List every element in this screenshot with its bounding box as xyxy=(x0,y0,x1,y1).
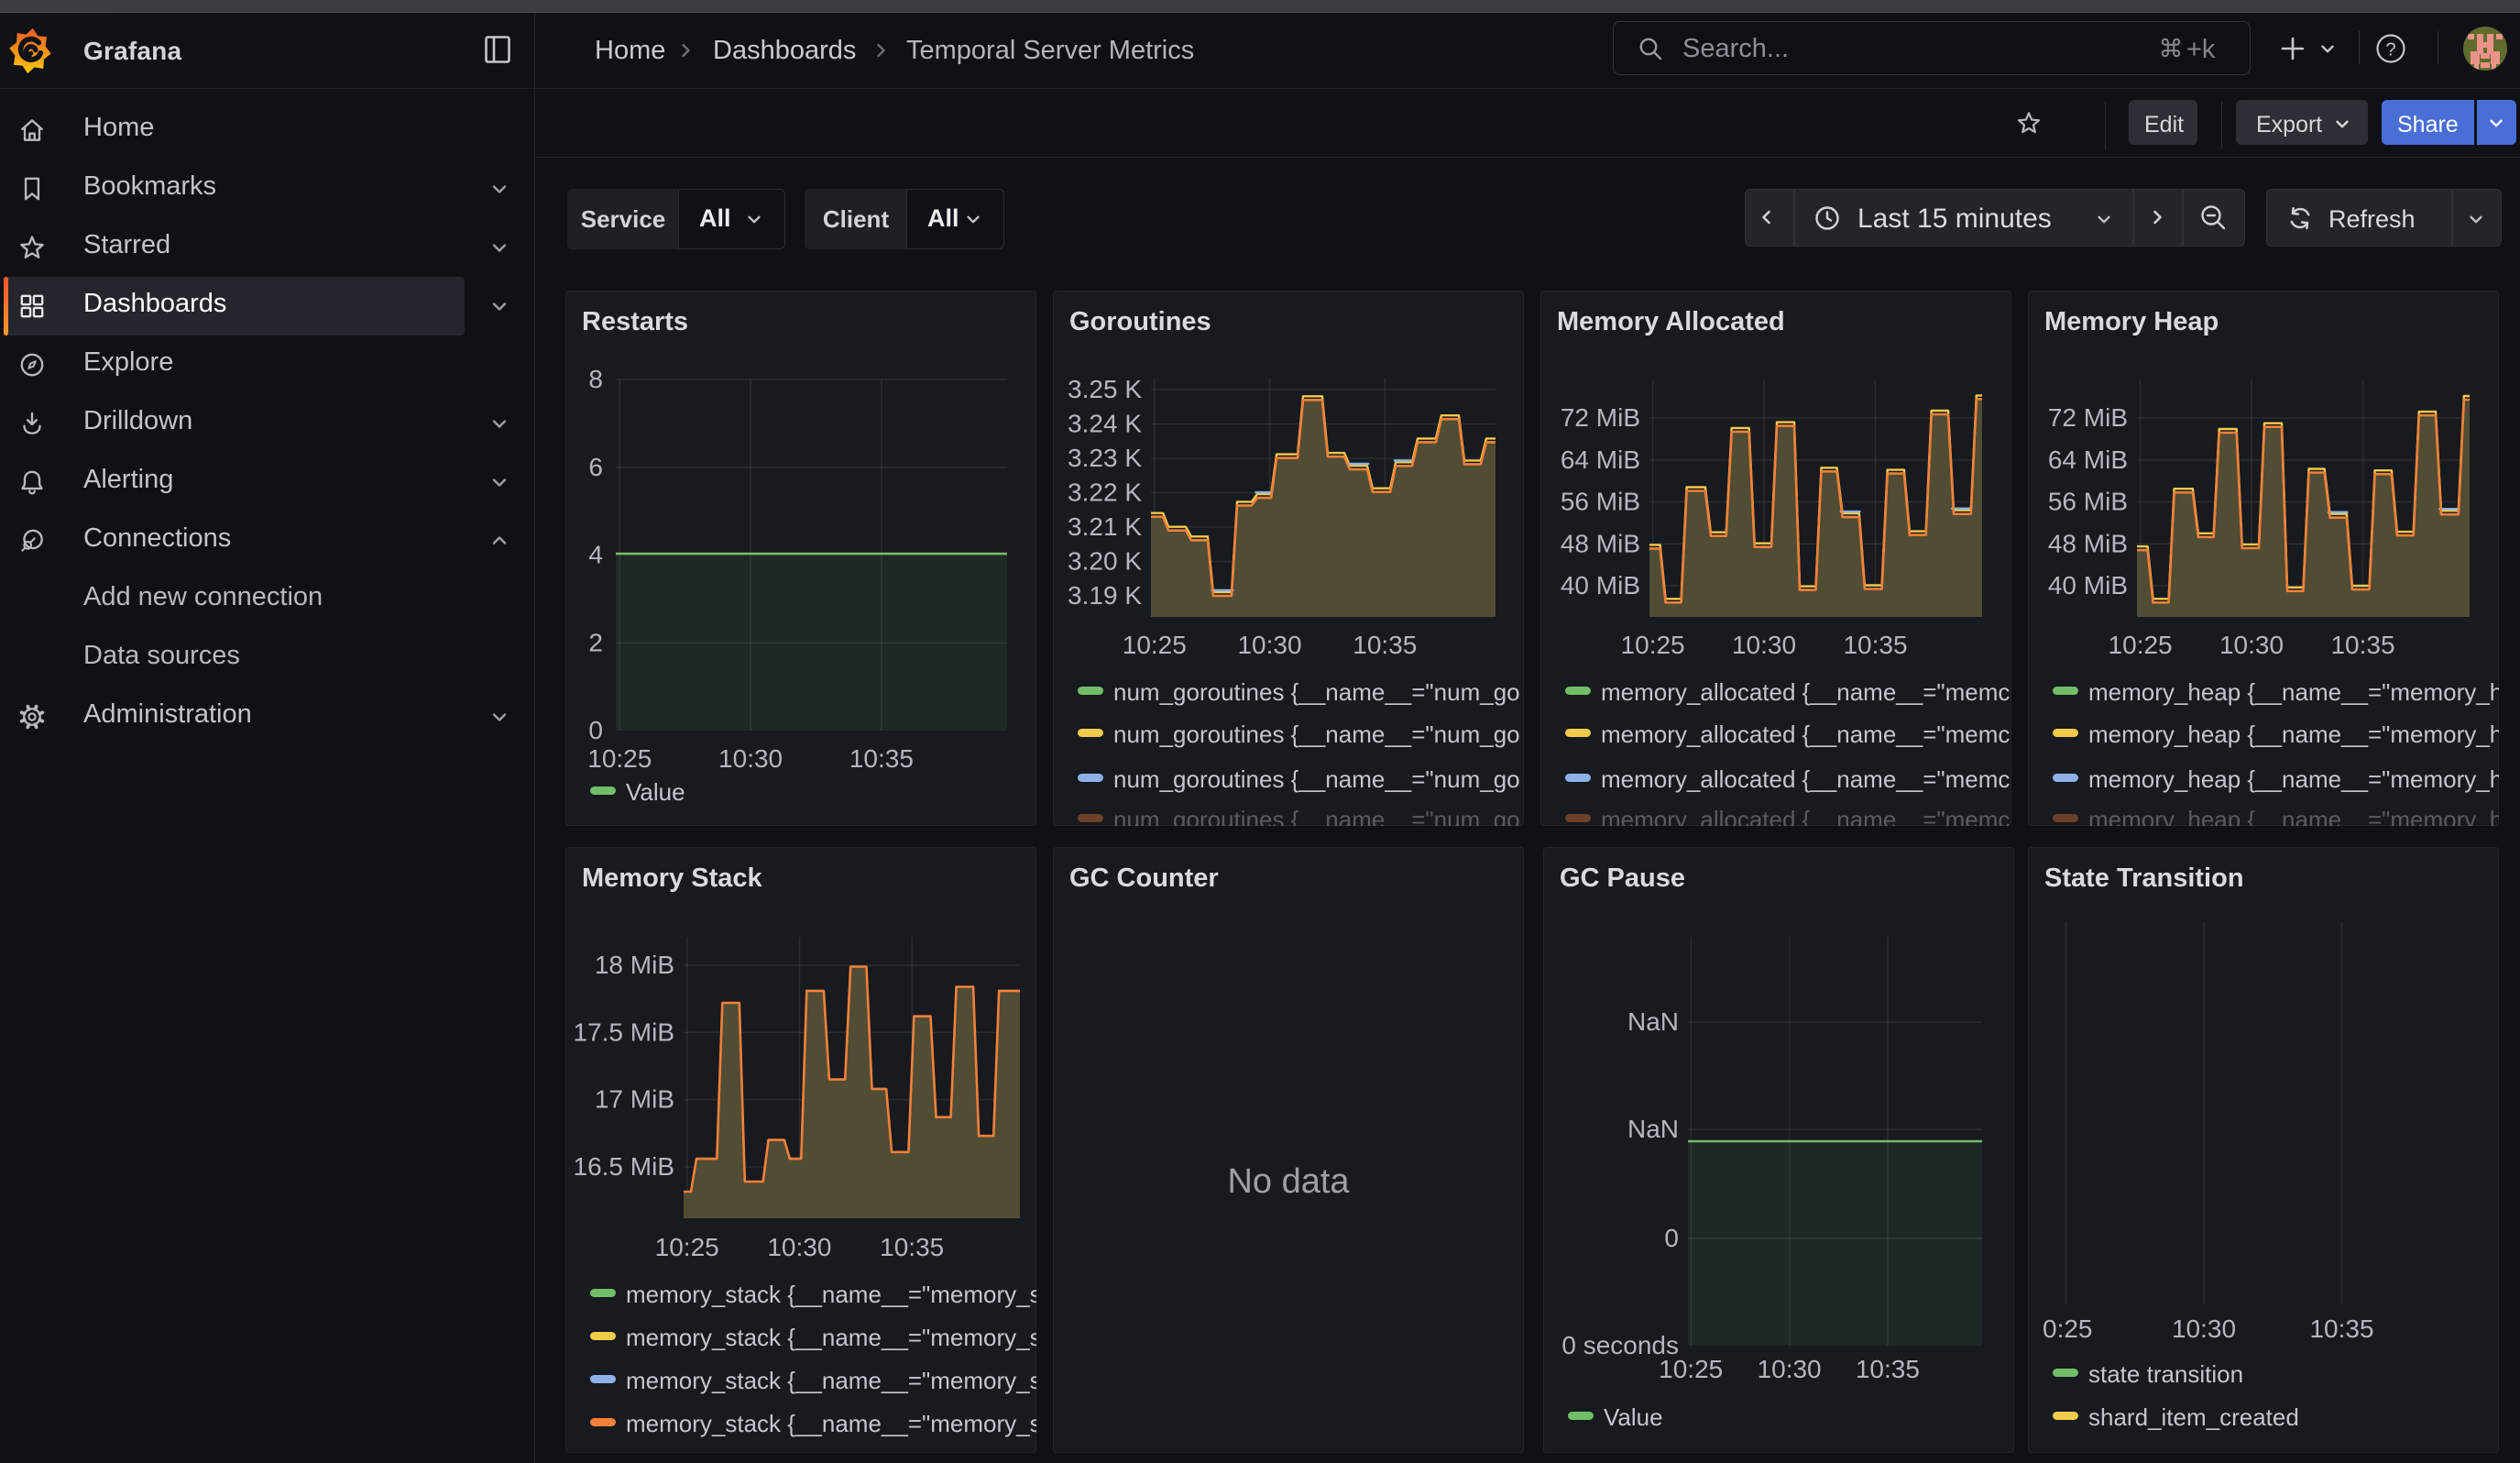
svg-text:NaN: NaN xyxy=(1627,1115,1679,1143)
svg-text:56 MiB: 56 MiB xyxy=(1561,488,1640,516)
svg-text:shard_item_created: shard_item_created xyxy=(2088,1403,2299,1431)
svg-text:memory_allocated {__name__="me: memory_allocated {__name__="memc xyxy=(1601,678,2010,706)
svg-text:10:25: 10:25 xyxy=(1659,1355,1723,1383)
svg-text:4: 4 xyxy=(588,541,603,569)
svg-text:10:30: 10:30 xyxy=(1237,631,1301,659)
svg-text:6: 6 xyxy=(588,453,603,481)
svg-text:10:25: 10:25 xyxy=(1123,631,1187,659)
svg-text:memory_stack {__name__="memory: memory_stack {__name__="memory_s xyxy=(626,1281,1036,1308)
svg-text:48 MiB: 48 MiB xyxy=(1561,529,1640,557)
svg-text:memory_stack {__name__="memory: memory_stack {__name__="memory_s xyxy=(626,1367,1036,1394)
svg-text:56 MiB: 56 MiB xyxy=(2048,488,2128,516)
svg-text:?: ? xyxy=(2385,40,2395,60)
svg-text:40 MiB: 40 MiB xyxy=(2048,571,2128,600)
svg-text:3.24 K: 3.24 K xyxy=(1068,410,1142,438)
svg-text:num_goroutines {__name__="num_: num_goroutines {__name__="num_go xyxy=(1113,765,1520,793)
svg-text:10:25: 10:25 xyxy=(655,1233,719,1261)
svg-text:10:30: 10:30 xyxy=(767,1233,831,1261)
svg-text:10:25: 10:25 xyxy=(1621,631,1685,659)
svg-text:3.23 K: 3.23 K xyxy=(1068,444,1142,472)
svg-text:Value: Value xyxy=(1604,1403,1663,1431)
svg-text:3.22 K: 3.22 K xyxy=(1068,478,1142,507)
svg-text:memory_stack {__name__="memory: memory_stack {__name__="memory_s xyxy=(626,1410,1036,1437)
svg-text:3.25 K: 3.25 K xyxy=(1068,375,1142,403)
svg-text:memory_heap {__name__="memory_: memory_heap {__name__="memory_h xyxy=(2088,765,2499,793)
svg-text:memory_heap {__name__="memory_: memory_heap {__name__="memory_h xyxy=(2088,678,2499,706)
svg-text:num_goroutines {__name__="num_: num_goroutines {__name__="num_go xyxy=(1113,806,1520,826)
svg-text:3.21 K: 3.21 K xyxy=(1068,512,1142,541)
svg-text:10:35: 10:35 xyxy=(1856,1355,1920,1383)
svg-text:10:35: 10:35 xyxy=(2330,631,2394,659)
svg-text:0: 0 xyxy=(588,716,603,744)
svg-text:72 MiB: 72 MiB xyxy=(1561,403,1640,432)
svg-text:0: 0 xyxy=(1664,1224,1679,1252)
svg-text:16.5 MiB: 16.5 MiB xyxy=(574,1152,675,1181)
svg-text:10:30: 10:30 xyxy=(2172,1314,2236,1343)
svg-text:17.5 MiB: 17.5 MiB xyxy=(574,1018,675,1046)
svg-text:state transition: state transition xyxy=(2088,1360,2243,1388)
svg-text:10:35: 10:35 xyxy=(849,744,914,773)
svg-text:10:35: 10:35 xyxy=(880,1233,944,1261)
svg-text:10:35: 10:35 xyxy=(1353,631,1417,659)
svg-text:10:30: 10:30 xyxy=(1732,631,1796,659)
svg-text:64 MiB: 64 MiB xyxy=(2048,446,2128,474)
svg-text:10:30: 10:30 xyxy=(1758,1355,1822,1383)
svg-text:num_goroutines {__name__="num_: num_goroutines {__name__="num_go xyxy=(1113,678,1520,706)
svg-text:NaN: NaN xyxy=(1627,1007,1679,1036)
svg-text:10:25: 10:25 xyxy=(2109,631,2173,659)
svg-text:10:25: 10:25 xyxy=(587,744,652,773)
svg-text:0:25: 0:25 xyxy=(2043,1314,2093,1343)
svg-text:40 MiB: 40 MiB xyxy=(1561,571,1640,600)
svg-text:17 MiB: 17 MiB xyxy=(595,1085,674,1114)
svg-text:memory_allocated {__name__="me: memory_allocated {__name__="memc xyxy=(1601,765,2010,793)
svg-text:10:35: 10:35 xyxy=(1843,631,1907,659)
svg-text:Value: Value xyxy=(626,778,685,806)
svg-text:num_goroutines {__name__="num_: num_goroutines {__name__="num_go xyxy=(1113,720,1520,748)
svg-text:10:35: 10:35 xyxy=(2309,1314,2373,1343)
svg-text:72 MiB: 72 MiB xyxy=(2048,403,2128,432)
svg-text:18 MiB: 18 MiB xyxy=(595,951,674,979)
svg-text:memory_stack {__name__="memory: memory_stack {__name__="memory_s xyxy=(626,1324,1036,1351)
svg-text:48 MiB: 48 MiB xyxy=(2048,529,2128,557)
svg-text:memory_heap {__name__="memory_: memory_heap {__name__="memory_h xyxy=(2088,720,2499,748)
svg-text:memory_allocated {__name__="me: memory_allocated {__name__="memc xyxy=(1601,806,2010,826)
svg-text:memory_allocated {__name__="me: memory_allocated {__name__="memc xyxy=(1601,720,2010,748)
svg-text:8: 8 xyxy=(588,365,603,393)
svg-text:memory_heap {__name__="memory_: memory_heap {__name__="memory_h xyxy=(2088,806,2499,826)
svg-text:64 MiB: 64 MiB xyxy=(1561,446,1640,474)
svg-text:10:30: 10:30 xyxy=(718,744,783,773)
svg-text:3.20 K: 3.20 K xyxy=(1068,547,1142,576)
svg-text:10:30: 10:30 xyxy=(2219,631,2284,659)
svg-text:2: 2 xyxy=(588,628,603,656)
svg-text:3.19 K: 3.19 K xyxy=(1068,581,1142,610)
